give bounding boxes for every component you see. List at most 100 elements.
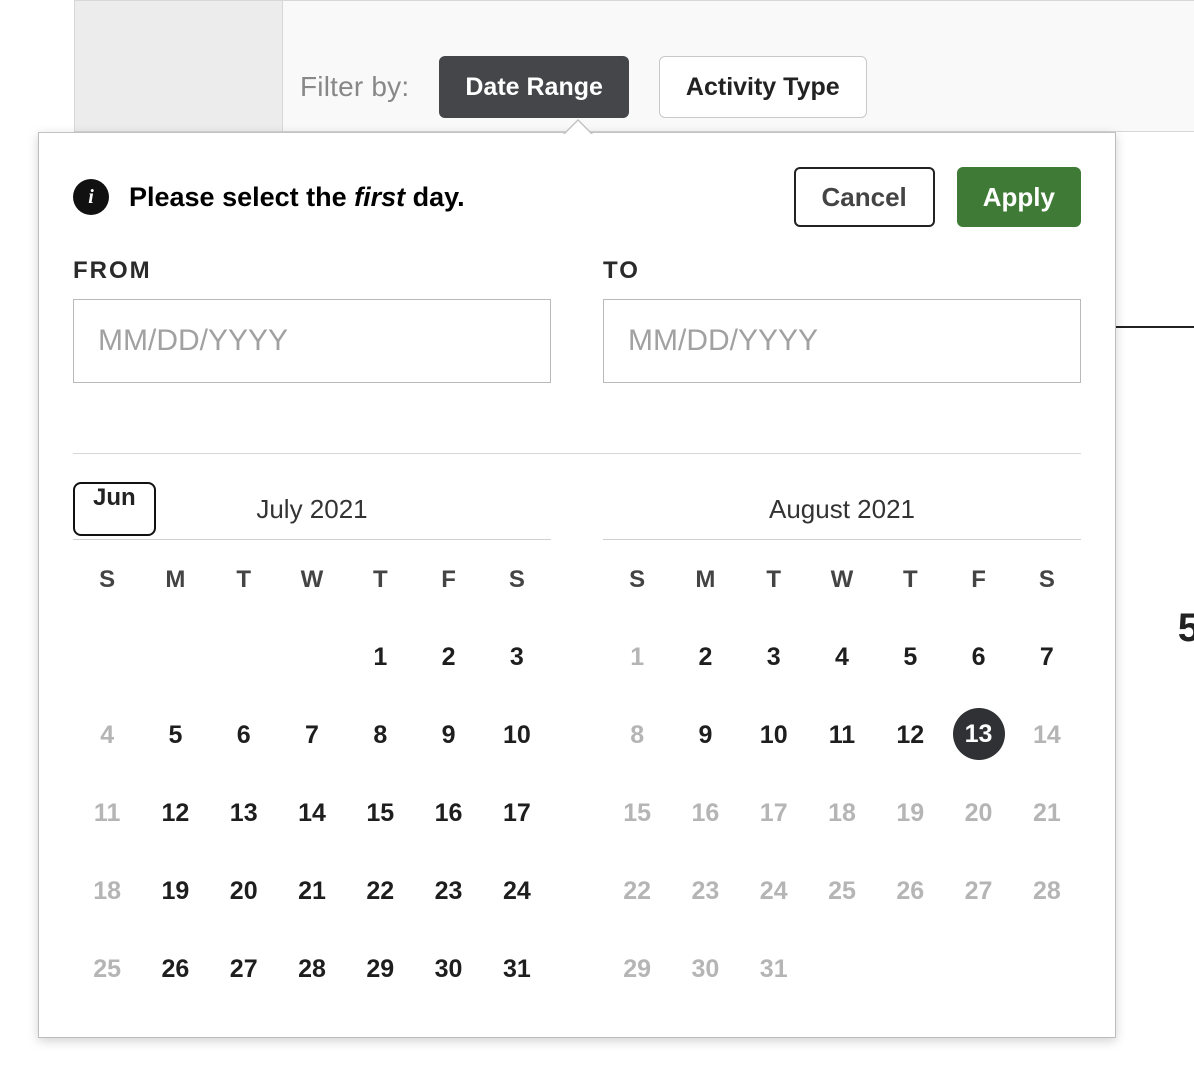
calendar-day: 8 [603, 708, 671, 762]
calendar-dow: T [346, 566, 414, 606]
calendar-left-title: July 2021 [256, 494, 367, 525]
date-range-popover: i Please select the first day. Cancel Ap… [38, 132, 1116, 1038]
filter-date-range-tab[interactable]: Date Range [439, 56, 629, 118]
calendar-day[interactable]: 30 [414, 942, 482, 996]
calendar-right-title: August 2021 [769, 494, 915, 525]
calendar-day[interactable]: 13 [210, 786, 278, 840]
calendar-day[interactable]: 6 [944, 630, 1012, 684]
calendar-dow: S [603, 566, 671, 606]
calendar-day[interactable]: 29 [346, 942, 414, 996]
calendar-day[interactable]: 1 [346, 630, 414, 684]
calendar-dow: S [1013, 566, 1081, 606]
calendar-day: 23 [671, 864, 739, 918]
calendar-dow: T [210, 566, 278, 606]
calendar-left: Jun July 2021 SMTWTFS1234567891011121314… [73, 480, 551, 996]
calendar-day [73, 630, 141, 684]
calendar-day [210, 630, 278, 684]
calendar-day: 27 [944, 864, 1012, 918]
prev-month-button[interactable]: Jun [73, 482, 156, 536]
calendar-day: 11 [73, 786, 141, 840]
calendar-day [944, 942, 1012, 996]
calendar-day: 18 [808, 786, 876, 840]
filter-by-label: Filter by: [300, 71, 409, 103]
calendar-day[interactable]: 7 [278, 708, 346, 762]
calendar-day [808, 942, 876, 996]
from-label: FROM [73, 257, 551, 285]
calendar-day [141, 630, 209, 684]
calendar-day [876, 942, 944, 996]
calendar-day[interactable]: 26 [141, 942, 209, 996]
to-date-input[interactable] [603, 299, 1081, 383]
calendar-day[interactable]: 8 [346, 708, 414, 762]
calendar-right: August 2021 SMTWTFS123456789101112131415… [603, 480, 1081, 996]
from-date-input[interactable] [73, 299, 551, 383]
calendar-day: 30 [671, 942, 739, 996]
calendar-day: 25 [808, 864, 876, 918]
calendar-day: 29 [603, 942, 671, 996]
calendar-day[interactable]: 19 [141, 864, 209, 918]
calendar-day[interactable]: 3 [483, 630, 551, 684]
calendar-day[interactable]: 5 [141, 708, 209, 762]
calendar-day[interactable]: 28 [278, 942, 346, 996]
bg-partial-number: 5 [1178, 606, 1194, 651]
filter-header: Filter by: Date Range Activity Type [0, 0, 1194, 132]
popover-caret-icon [563, 119, 593, 134]
calendar-day: 1 [603, 630, 671, 684]
calendar-day[interactable]: 12 [876, 708, 944, 762]
calendar-dow: F [944, 566, 1012, 606]
calendar-day: 21 [1013, 786, 1081, 840]
calendar-day: 26 [876, 864, 944, 918]
calendar-day[interactable]: 5 [876, 630, 944, 684]
info-icon: i [73, 179, 109, 215]
calendar-day: 4 [73, 708, 141, 762]
calendar-day[interactable]: 16 [414, 786, 482, 840]
calendar-day[interactable]: 9 [671, 708, 739, 762]
calendar-day[interactable]: 2 [671, 630, 739, 684]
to-label: TO [603, 257, 1081, 285]
calendar-day: 28 [1013, 864, 1081, 918]
calendar-day[interactable]: 3 [740, 630, 808, 684]
calendar-day-selected[interactable]: 13 [953, 708, 1005, 760]
calendar-dow: S [73, 566, 141, 606]
calendar-day[interactable]: 21 [278, 864, 346, 918]
calendar-day: 17 [740, 786, 808, 840]
calendar-day: 16 [671, 786, 739, 840]
calendar-day[interactable]: 4 [808, 630, 876, 684]
calendar-day: 31 [740, 942, 808, 996]
calendar-day[interactable]: 10 [740, 708, 808, 762]
calendar-day[interactable]: 17 [483, 786, 551, 840]
hint-suffix: day. [405, 182, 465, 212]
hint-emphasis: first [354, 182, 405, 212]
calendar-day: 24 [740, 864, 808, 918]
calendar-day: 19 [876, 786, 944, 840]
calendar-day[interactable]: 24 [483, 864, 551, 918]
calendar-day[interactable]: 22 [346, 864, 414, 918]
filter-activity-type-tab[interactable]: Activity Type [659, 56, 867, 118]
calendar-day[interactable]: 23 [414, 864, 482, 918]
cancel-button[interactable]: Cancel [794, 167, 935, 227]
calendar-day[interactable]: 9 [414, 708, 482, 762]
calendar-day[interactable]: 11 [808, 708, 876, 762]
calendar-day: 18 [73, 864, 141, 918]
calendar-day[interactable]: 10 [483, 708, 551, 762]
calendar-day: 15 [603, 786, 671, 840]
calendar-dow: W [808, 566, 876, 606]
calendar-dow: T [740, 566, 808, 606]
calendar-day: 14 [1013, 708, 1081, 762]
calendar-day[interactable]: 14 [278, 786, 346, 840]
apply-button[interactable]: Apply [957, 167, 1081, 227]
calendar-day [1013, 942, 1081, 996]
header-bg-left [74, 0, 284, 132]
calendar-day[interactable]: 31 [483, 942, 551, 996]
calendar-day[interactable]: 20 [210, 864, 278, 918]
calendar-day[interactable]: 2 [414, 630, 482, 684]
calendar-dow: F [414, 566, 482, 606]
calendar-dow: M [141, 566, 209, 606]
calendar-day[interactable]: 12 [141, 786, 209, 840]
calendar-day[interactable]: 7 [1013, 630, 1081, 684]
calendar-day[interactable]: 6 [210, 708, 278, 762]
calendar-day[interactable]: 15 [346, 786, 414, 840]
bg-divider [1108, 326, 1194, 328]
calendar-day[interactable]: 27 [210, 942, 278, 996]
calendar-day [278, 630, 346, 684]
